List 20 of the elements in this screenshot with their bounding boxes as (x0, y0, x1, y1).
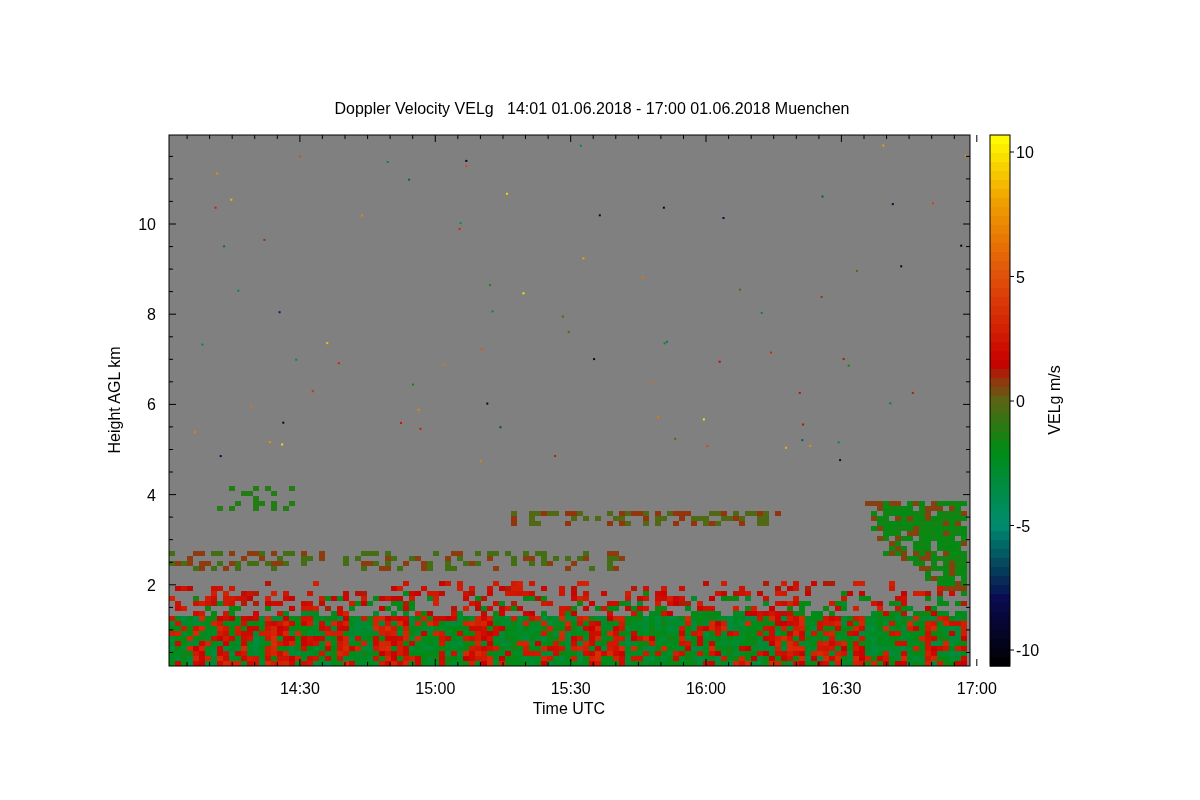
tick-label: -10 (1016, 642, 1040, 659)
tick-label: 4 (147, 486, 156, 504)
tick-label: 2 (147, 576, 156, 594)
tick-label: 16:00 (686, 680, 726, 697)
tick-label: 10 (1016, 144, 1034, 161)
axis-label: VELg m/s (1046, 365, 1063, 435)
chart-title: Doppler Velocity VELg 14:01 01.06.2018 - 17:00 01.06.2018 Muenchen (334, 100, 850, 117)
tick-label: 10 (138, 216, 156, 233)
tick-label: 6 (147, 396, 156, 414)
tick-label: 15:00 (415, 680, 456, 697)
tick-label: -5 (1016, 517, 1031, 535)
tick-label: 5 (1016, 268, 1025, 286)
axis-label: Time UTC (532, 700, 606, 717)
tick-label: 15:30 (550, 680, 591, 697)
tick-label: 16:30 (821, 680, 862, 697)
axis-label: Height AGL km (106, 346, 123, 454)
tick-label: 17:00 (956, 680, 997, 697)
tick-label: 0 (1016, 393, 1025, 410)
tick-label: 14:30 (279, 680, 320, 697)
tick-label: 8 (147, 306, 156, 324)
